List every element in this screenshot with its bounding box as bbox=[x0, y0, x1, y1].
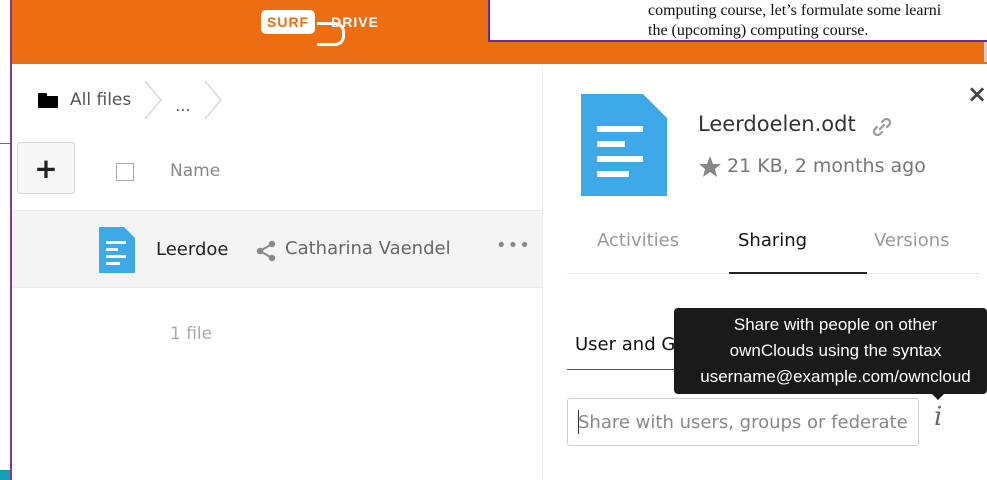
breadcrumb-all-files[interactable]: All files bbox=[70, 90, 131, 110]
surfdrive-logo[interactable]: SURF DRIVE bbox=[261, 10, 379, 48]
tooltip-line: Share with people on other bbox=[733, 315, 938, 334]
breadcrumb-separator-icon bbox=[203, 80, 222, 120]
file-row[interactable]: Leerdoe Catharina Vaendel ••• bbox=[12, 210, 542, 288]
file-owner[interactable]: Catharina Vaendel bbox=[285, 238, 451, 259]
logo-surf: SURF bbox=[261, 10, 316, 34]
files-panel: All files ... + Name Leerdoe Catharina V… bbox=[12, 64, 542, 480]
share-icon[interactable] bbox=[255, 240, 277, 262]
close-icon[interactable]: × bbox=[967, 80, 987, 108]
column-header-name[interactable]: Name bbox=[170, 161, 220, 181]
breadcrumb: All files ... bbox=[38, 78, 235, 122]
detail-tabs: Activities Sharing Versions bbox=[567, 224, 981, 274]
info-icon[interactable]: i bbox=[934, 402, 942, 432]
document-icon bbox=[99, 227, 135, 273]
overlay-document-window: computing course, let’s formulate some l… bbox=[488, 0, 987, 42]
link-icon[interactable] bbox=[871, 116, 893, 138]
new-file-button[interactable]: + bbox=[17, 142, 75, 194]
active-tab-indicator bbox=[729, 272, 867, 274]
tab-versions[interactable]: Versions bbox=[874, 230, 950, 251]
text-cursor bbox=[578, 410, 579, 434]
screen: SURF DRIVE All files ... + Name Leerdoe … bbox=[0, 0, 987, 480]
star-icon[interactable] bbox=[698, 155, 722, 179]
document-text-line: the (upcoming) computing course. bbox=[648, 22, 869, 39]
document-text-line: computing course, let’s formulate some l… bbox=[648, 2, 942, 19]
breadcrumb-separator-icon bbox=[144, 80, 163, 120]
tooltip-arrow bbox=[932, 394, 944, 400]
breadcrumb-ellipsis[interactable]: ... bbox=[175, 96, 190, 115]
detail-size-date: 21 KB, 2 months ago bbox=[727, 155, 926, 177]
details-sidebar: × Leerdoelen.odt 21 KB, 2 months ago Act… bbox=[542, 64, 987, 480]
surfdrive-window: SURF DRIVE All files ... + Name Leerdoe … bbox=[10, 0, 987, 480]
document-icon-large bbox=[581, 94, 667, 196]
select-all-checkbox[interactable] bbox=[116, 163, 134, 181]
tooltip-line: username@example.com/owncloud bbox=[700, 367, 971, 386]
file-count-summary: 1 file bbox=[170, 324, 213, 344]
share-with-input[interactable] bbox=[567, 398, 919, 446]
logo-connector-shape bbox=[317, 22, 345, 46]
federated-share-tooltip: Share with people on other ownClouds usi… bbox=[674, 308, 987, 394]
detail-filename: Leerdoelen.odt bbox=[698, 112, 856, 136]
file-actions-menu-button[interactable]: ••• bbox=[496, 235, 531, 256]
file-name[interactable]: Leerdoe bbox=[156, 239, 228, 260]
background-taskbar-fragment bbox=[0, 470, 10, 480]
tab-activities[interactable]: Activities bbox=[597, 230, 679, 251]
folder-icon[interactable] bbox=[38, 92, 58, 108]
tab-sharing[interactable]: Sharing bbox=[738, 230, 807, 251]
tooltip-line: ownClouds using the syntax bbox=[729, 341, 942, 360]
